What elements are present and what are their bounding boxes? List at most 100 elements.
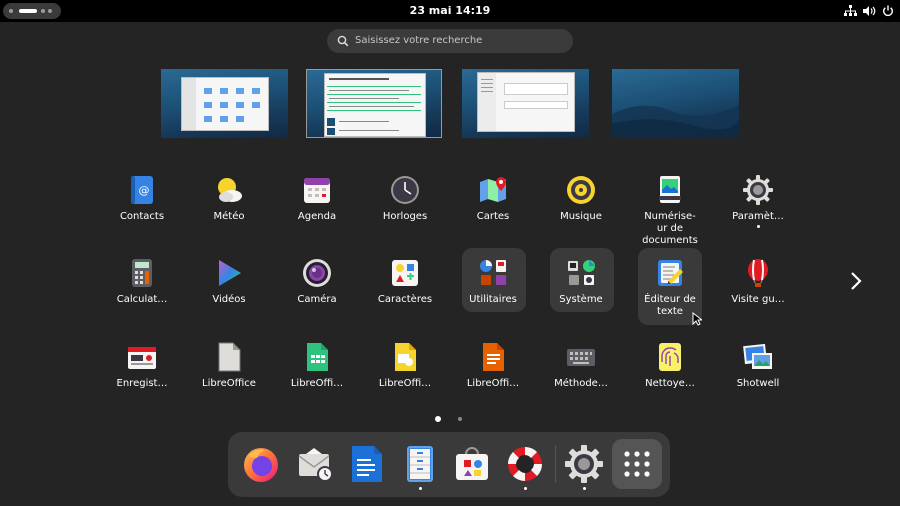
maps-icon	[477, 174, 509, 206]
text-editor-icon	[654, 257, 686, 289]
app-label: Nettoye…	[645, 378, 695, 389]
libreoffice-draw-icon	[477, 341, 509, 373]
app-contacts[interactable]: @ Contacts	[100, 174, 184, 223]
dock-firefox[interactable]	[241, 444, 281, 484]
app-settings[interactable]: Paramèt…	[716, 174, 800, 228]
mail-icon	[298, 448, 333, 482]
videos-icon	[213, 257, 245, 289]
folder-label: Utilitaires	[469, 294, 517, 305]
app-grid-icon	[624, 451, 650, 477]
workspace-thumbnail-4[interactable]	[612, 69, 739, 138]
app-label: Numérise- ur de documents	[642, 211, 698, 246]
network-icon	[844, 5, 857, 16]
app-document-scanner[interactable]: Numérise- ur de documents	[628, 174, 712, 247]
page-indicator[interactable]	[458, 417, 462, 421]
app-label: LibreOffice	[202, 378, 256, 389]
folder-utilities[interactable]: Utilitaires	[451, 257, 535, 306]
app-calendar[interactable]: Agenda	[275, 174, 359, 223]
app-shotwell[interactable]: Shotwell	[716, 341, 800, 390]
app-label: Agenda	[297, 211, 337, 222]
app-label: Horloges	[382, 211, 428, 222]
app-maps[interactable]: Cartes	[451, 174, 535, 223]
app-music[interactable]: Musique	[539, 174, 623, 223]
libreoffice-impress-icon	[389, 341, 421, 373]
clock-icon	[389, 174, 421, 206]
app-recorder[interactable]: Enregist…	[100, 341, 184, 390]
scanner-icon	[654, 174, 686, 206]
running-indicator	[419, 487, 422, 490]
dock-libreoffice-writer[interactable]	[347, 444, 387, 484]
app-cleaner[interactable]: Nettoye…	[628, 341, 712, 390]
app-libreoffice[interactable]: LibreOffice	[187, 341, 271, 390]
app-calculator[interactable]: Calculat…	[100, 257, 184, 306]
top-bar: 23 mai 14:19	[0, 0, 900, 22]
firefox-icon	[244, 448, 278, 482]
contacts-icon: @	[126, 174, 158, 206]
next-page-arrow-icon[interactable]	[850, 271, 862, 291]
settings-icon	[742, 174, 774, 206]
camera-icon	[301, 257, 333, 289]
help-icon	[508, 447, 542, 481]
page-indicator-active[interactable]	[435, 416, 441, 422]
dock-separator	[555, 445, 556, 483]
running-indicator	[524, 487, 527, 490]
search-bar[interactable]: Saisissez votre recherche	[327, 29, 573, 53]
keyboard-icon	[565, 341, 597, 373]
calculator-icon	[126, 257, 158, 289]
folder-system[interactable]: Système	[539, 257, 623, 306]
recorder-icon	[126, 341, 158, 373]
app-libreoffice-draw[interactable]: LibreOffi…	[451, 341, 535, 390]
settings-window	[477, 72, 575, 132]
workspace-thumbnail-1[interactable]	[161, 69, 288, 138]
app-label: Shotwell	[736, 378, 780, 389]
software-icon	[456, 447, 488, 480]
weather-icon	[213, 174, 245, 206]
cleaner-icon	[654, 341, 686, 373]
app-label: Cartes	[476, 211, 510, 222]
clock[interactable]: 23 mai 14:19	[0, 4, 900, 17]
tour-icon	[742, 257, 774, 289]
dock-help[interactable]	[505, 444, 545, 484]
app-label: LibreOffi…	[290, 378, 344, 389]
dock-evolution[interactable]	[296, 444, 336, 484]
app-input-method[interactable]: Méthode…	[539, 341, 623, 390]
app-label: Caméra	[297, 294, 337, 305]
show-apps-button[interactable]	[612, 439, 662, 489]
text-editor-window	[324, 73, 426, 137]
folder-label: Système	[559, 294, 603, 305]
app-libreoffice-impress[interactable]: LibreOffi…	[363, 341, 447, 390]
app-videos[interactable]: Vidéos	[187, 257, 271, 306]
mouse-cursor-icon	[692, 312, 702, 326]
shotwell-icon	[742, 341, 774, 373]
libreoffice-icon	[213, 341, 245, 373]
app-label: Caractères	[377, 294, 433, 305]
svg-text:@: @	[139, 184, 150, 197]
libreoffice-calc-icon	[301, 341, 333, 373]
app-label: Contacts	[119, 211, 165, 222]
app-tour[interactable]: Visite gu…	[716, 257, 800, 306]
app-label: Visite gu…	[731, 294, 785, 305]
app-label: Vidéos	[212, 294, 246, 305]
app-label: Enregist…	[116, 378, 168, 389]
system-tray[interactable]	[844, 3, 894, 19]
workspace-thumbnail-3[interactable]	[462, 69, 589, 138]
dock-software[interactable]	[452, 444, 492, 484]
workspace-thumbnail-2[interactable]	[306, 69, 442, 138]
app-characters[interactable]: Caractères	[363, 257, 447, 306]
app-camera[interactable]: Caméra	[275, 257, 359, 306]
app-weather[interactable]: Météo	[187, 174, 271, 223]
music-icon	[565, 174, 597, 206]
app-label: Musique	[560, 211, 602, 222]
dock-settings[interactable]	[564, 444, 604, 484]
running-indicator	[756, 225, 760, 228]
app-clocks[interactable]: Horloges	[363, 174, 447, 223]
search-input[interactable]: Saisissez votre recherche	[355, 29, 482, 53]
app-text-editor[interactable]: Éditeur de texte	[628, 257, 712, 318]
dock-files[interactable]	[400, 444, 440, 484]
power-icon	[883, 5, 893, 17]
dock	[228, 432, 670, 497]
app-label: Météo	[213, 211, 245, 222]
file-manager-window	[181, 77, 269, 131]
app-label: Calculat…	[116, 294, 168, 305]
app-libreoffice-calc[interactable]: LibreOffi…	[275, 341, 359, 390]
